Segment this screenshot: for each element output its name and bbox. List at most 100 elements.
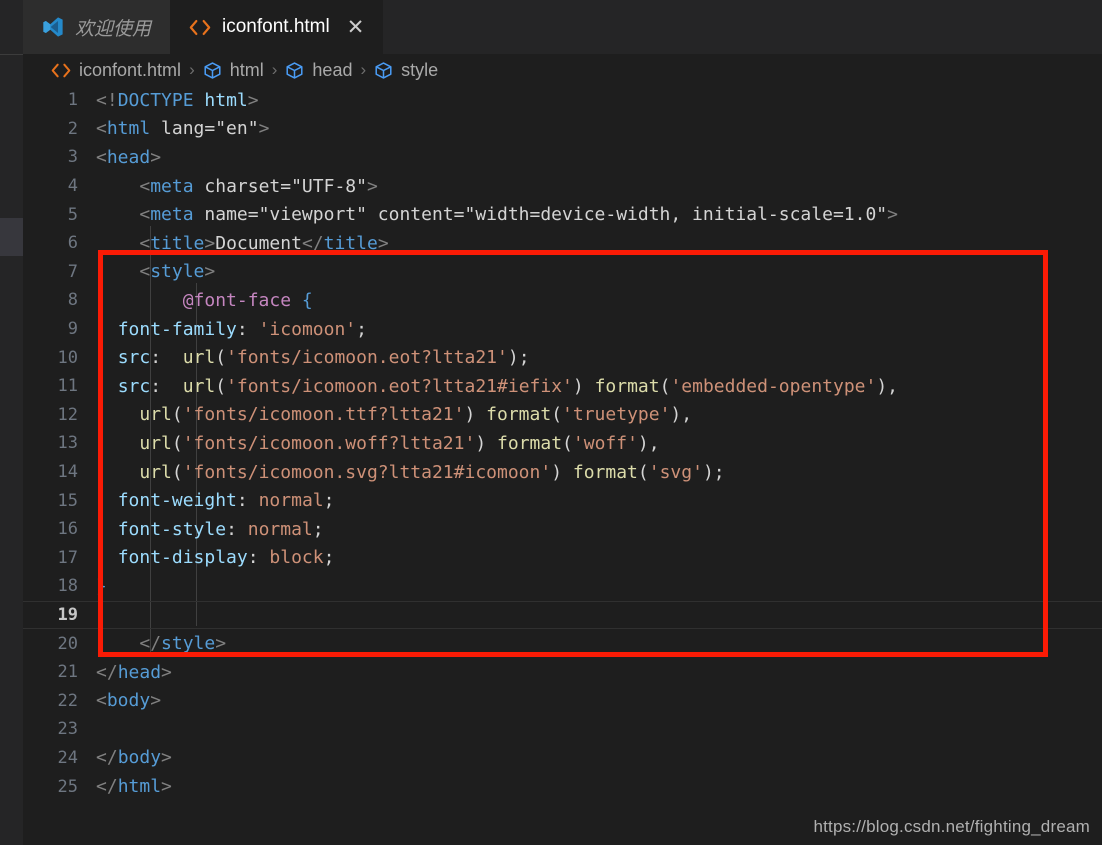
code-line[interactable]: 18} — [23, 572, 1102, 601]
code-line[interactable]: 6 <title>Document</title> — [23, 229, 1102, 258]
code-line[interactable]: 9 font-family: 'icomoon'; — [23, 315, 1102, 344]
code-text[interactable]: font-style: normal; — [96, 519, 1102, 540]
line-number: 22 — [57, 690, 78, 711]
code-line[interactable]: 16 font-style: normal; — [23, 515, 1102, 544]
code-text[interactable]: <html lang="en"> — [96, 118, 1102, 139]
line-number: 21 — [57, 662, 78, 683]
code-line[interactable]: 2 <html lang="en"> — [23, 115, 1102, 144]
symbol-cube-icon — [286, 61, 303, 79]
breadcrumb-label: iconfont.html — [79, 59, 182, 80]
close-icon[interactable]: ✕ — [347, 17, 365, 38]
line-number: 11 — [57, 376, 78, 397]
symbol-cube-icon — [204, 61, 221, 79]
code-text[interactable]: <meta name="viewport" content="width=dev… — [96, 204, 1102, 225]
line-number: 2 — [67, 118, 78, 139]
code-text[interactable]: } — [96, 576, 1102, 597]
line-number: 7 — [67, 261, 78, 282]
code-text[interactable]: url('fonts/icomoon.ttf?ltta21') format('… — [96, 404, 1102, 425]
tab-label: 欢迎使用 — [75, 18, 152, 40]
line-number: 23 — [57, 719, 78, 740]
line-number: 6 — [67, 233, 78, 254]
code-line[interactable]: 24 </body> — [23, 744, 1102, 773]
breadcrumb: iconfont.html › html › head › style — [23, 54, 1102, 86]
symbol-cube-icon — [375, 61, 392, 79]
code-line[interactable]: 20 </style> — [23, 629, 1102, 658]
code-text[interactable]: @font-face { — [96, 290, 1102, 311]
line-number: 4 — [67, 176, 78, 197]
code-text[interactable]: </html> — [96, 776, 1102, 797]
line-number: 10 — [57, 347, 78, 368]
code-text[interactable]: <meta charset="UTF-8"> — [96, 176, 1102, 197]
code-text[interactable]: url('fonts/icomoon.svg?ltta21#icomoon') … — [96, 462, 1102, 483]
code-line[interactable]: 14 url('fonts/icomoon.svg?ltta21#icomoon… — [23, 458, 1102, 487]
vscode-logo-icon — [43, 17, 63, 37]
code-line[interactable]: 19 — [23, 600, 1102, 630]
code-text[interactable]: <!DOCTYPE html> — [96, 90, 1102, 111]
html-code-icon — [189, 19, 211, 35]
line-number: 3 — [67, 147, 78, 168]
code-editor[interactable]: 1 <!DOCTYPE html> 2 <html lang="en"> 3 <head>… — [23, 86, 1102, 845]
line-number: 24 — [57, 747, 78, 768]
breadcrumb-label: head — [312, 59, 353, 80]
watermark-url: https://blog.csdn.net/fighting_dream — [813, 817, 1090, 836]
line-number: 15 — [57, 490, 78, 511]
line-number: 16 — [57, 519, 78, 540]
line-number: 8 — [67, 290, 78, 311]
line-number: 1 — [67, 90, 78, 111]
code-line[interactable]: 23 — [23, 715, 1102, 744]
line-number: 20 — [57, 633, 78, 654]
code-text[interactable]: font-display: block; — [96, 547, 1102, 568]
code-line[interactable]: 11 src: url('fonts/icomoon.eot?ltta21#ie… — [23, 372, 1102, 401]
breadcrumb-item-head[interactable]: head — [285, 60, 352, 81]
breadcrumb-separator: › — [360, 60, 367, 79]
code-line[interactable]: 21 </head> — [23, 658, 1102, 687]
code-text[interactable]: font-family: 'icomoon'; — [96, 319, 1102, 340]
code-text[interactable]: url('fonts/icomoon.woff?ltta21') format(… — [96, 433, 1102, 454]
tab-label: iconfont.html — [222, 16, 330, 37]
code-line[interactable]: 5 <meta name="viewport" content="width=d… — [23, 200, 1102, 229]
code-text[interactable]: </body> — [96, 747, 1102, 768]
scrollbar-thumb[interactable] — [0, 218, 23, 256]
line-number: 9 — [67, 319, 78, 340]
code-line[interactable]: 25 </html> — [23, 772, 1102, 801]
code-line[interactable]: 4 <meta charset="UTF-8"> — [23, 172, 1102, 201]
code-line[interactable]: 10 src: url('fonts/icomoon.eot?ltta21'); — [23, 343, 1102, 372]
code-line[interactable]: 12 url('fonts/icomoon.ttf?ltta21') forma… — [23, 401, 1102, 430]
code-text[interactable]: <style> — [96, 261, 1102, 282]
code-text[interactable]: <body> — [96, 690, 1102, 711]
code-line[interactable]: 3 <head> — [23, 143, 1102, 172]
code-line[interactable]: 13 url('fonts/icomoon.woff?ltta21') form… — [23, 429, 1102, 458]
line-number: 13 — [57, 433, 78, 454]
strip-divider — [0, 54, 23, 55]
code-text[interactable]: font-weight: normal; — [96, 490, 1102, 511]
code-line[interactable]: 15 font-weight: normal; — [23, 486, 1102, 515]
code-line[interactable]: 1 <!DOCTYPE html> — [23, 86, 1102, 115]
breadcrumb-item-file[interactable]: iconfont.html — [51, 60, 181, 81]
line-number: 14 — [57, 462, 78, 483]
code-text[interactable]: src: url('fonts/icomoon.eot?ltta21#iefix… — [96, 376, 1102, 397]
line-number: 17 — [57, 547, 78, 568]
tab-welcome[interactable]: 欢迎使用 — [23, 0, 171, 54]
code-text[interactable]: src: url('fonts/icomoon.eot?ltta21'); — [96, 347, 1102, 368]
breadcrumb-label: style — [401, 59, 439, 80]
breadcrumb-item-style[interactable]: style — [374, 60, 438, 81]
code-lines-container: 1 <!DOCTYPE html> 2 <html lang="en"> 3 <head>… — [23, 86, 1102, 801]
html-code-icon — [51, 63, 71, 77]
code-text[interactable]: <title>Document</title> — [96, 233, 1102, 254]
code-line[interactable]: 8 @font-face { — [23, 286, 1102, 315]
code-text[interactable]: <head> — [96, 147, 1102, 168]
tab-bar-empty-area — [383, 0, 1102, 54]
line-number: 18 — [57, 576, 78, 597]
code-line[interactable]: 7 <style> — [23, 258, 1102, 287]
code-line[interactable]: 22 <body> — [23, 686, 1102, 715]
editor-tab-bar: 欢迎使用 iconfont.html ✕ — [23, 0, 1102, 54]
line-number: 5 — [67, 204, 78, 225]
code-text[interactable]: </style> — [96, 633, 1102, 654]
breadcrumb-label: html — [229, 59, 264, 80]
code-line[interactable]: 17 font-display: block; — [23, 544, 1102, 573]
code-text[interactable]: </head> — [96, 662, 1102, 683]
editor-overview-ruler[interactable] — [0, 0, 23, 845]
line-number: 12 — [57, 404, 78, 425]
breadcrumb-item-html[interactable]: html — [203, 60, 264, 81]
tab-iconfont-html[interactable]: iconfont.html ✕ — [170, 0, 384, 54]
